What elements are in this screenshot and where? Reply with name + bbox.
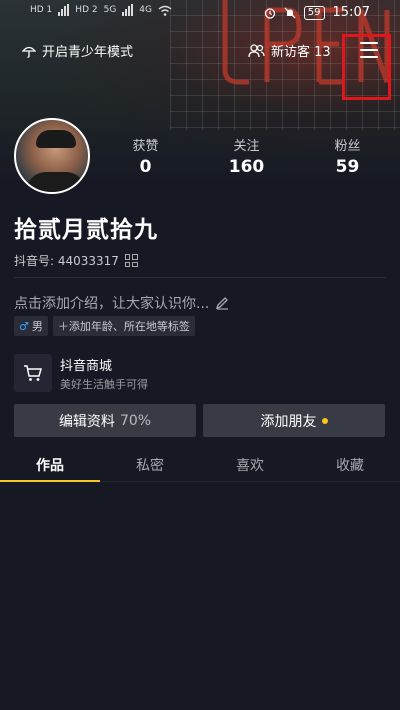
stat-value: 59: [335, 157, 360, 177]
battery-indicator: 59: [303, 5, 325, 20]
add-tags-label: ＋添加年龄、所在地等标签: [57, 320, 190, 333]
content-tabs: 作品 私密 喜欢 收藏: [0, 450, 400, 482]
visitors-icon: [248, 43, 265, 57]
stat-followers[interactable]: 粉丝 59: [297, 135, 398, 177]
mute-bell-icon: [284, 7, 296, 18]
hd2-badge: HD 2: [75, 5, 98, 15]
tab-works[interactable]: 作品: [0, 450, 100, 482]
bio-placeholder: 点击添加介绍，让大家认识你...: [14, 296, 210, 312]
wifi-icon: [158, 5, 172, 16]
menu-highlight-box: [342, 34, 391, 100]
network-4g-badge: 4G: [139, 5, 152, 15]
shop-title: 抖音商城: [60, 359, 113, 374]
stat-following[interactable]: 关注 160: [196, 135, 297, 177]
nickname: 拾贰月贰拾九: [14, 217, 158, 243]
edit-profile-label: 编辑资料: [58, 413, 115, 430]
clock: 15:07: [332, 5, 370, 20]
male-icon: ♂: [19, 319, 29, 333]
alarm-icon: [264, 7, 275, 19]
stat-label: 获赞: [132, 139, 159, 154]
signal-icon: [58, 4, 70, 16]
add-friends-label: 添加朋友: [260, 413, 317, 430]
stat-value: 0: [139, 157, 152, 177]
umbrella-icon: [22, 46, 36, 58]
hd1-badge: HD 1: [30, 5, 53, 15]
profile-tags: ♂ 男 ＋添加年龄、所在地等标签: [14, 316, 195, 336]
status-bar: HD 1 HD 2 5G 4G 59 15:07: [0, 0, 400, 26]
teen-mode-label: 开启青少年模式: [42, 45, 134, 60]
divider: [14, 277, 386, 278]
douyin-id: 抖音号: 44033317: [14, 254, 119, 268]
tab-private[interactable]: 私密: [100, 450, 200, 481]
add-friends-button[interactable]: 添加朋友: [203, 404, 385, 437]
tab-favorites[interactable]: 收藏: [300, 450, 400, 481]
gender-tag[interactable]: ♂ 男: [14, 316, 48, 336]
notification-dot-icon: [321, 417, 328, 424]
status-left: HD 1 HD 2 5G 4G: [30, 4, 172, 16]
bio-edit[interactable]: 点击添加介绍，让大家认识你...: [14, 293, 229, 313]
teen-mode-button[interactable]: 开启青少年模式: [22, 41, 133, 60]
network-5g-badge: 5G: [103, 5, 117, 15]
shopping-cart-icon: [14, 354, 52, 392]
profile-completion: 70%: [119, 412, 152, 429]
tab-likes[interactable]: 喜欢: [200, 450, 300, 481]
visitors-label: 新访客 13: [271, 45, 331, 60]
add-tags-button[interactable]: ＋添加年龄、所在地等标签: [52, 316, 195, 336]
stat-label: 粉丝: [334, 139, 361, 154]
douyin-shop-entry[interactable]: 抖音商城 美好生活触手可得: [14, 352, 386, 394]
new-visitors-button[interactable]: 新访客 13: [248, 41, 331, 60]
top-bar: 开启青少年模式 新访客 13: [0, 38, 400, 64]
signal-icon: [122, 4, 134, 16]
stat-value: 160: [228, 157, 265, 177]
status-right: 59 15:07: [264, 5, 370, 20]
edit-profile-button[interactable]: 编辑资料 70%: [14, 404, 196, 437]
profile-stats: 获赞 0 关注 160 粉丝 59: [95, 135, 400, 177]
stat-likes[interactable]: 获赞 0: [95, 135, 196, 177]
qr-code-icon[interactable]: [124, 254, 138, 267]
avatar[interactable]: [14, 118, 90, 194]
gender-label: 男: [31, 320, 43, 333]
stat-label: 关注: [233, 139, 260, 154]
shop-subtitle: 美好生活触手可得: [60, 378, 148, 391]
douyin-id-row: 抖音号: 44033317: [14, 252, 138, 269]
pencil-icon: [216, 297, 229, 310]
